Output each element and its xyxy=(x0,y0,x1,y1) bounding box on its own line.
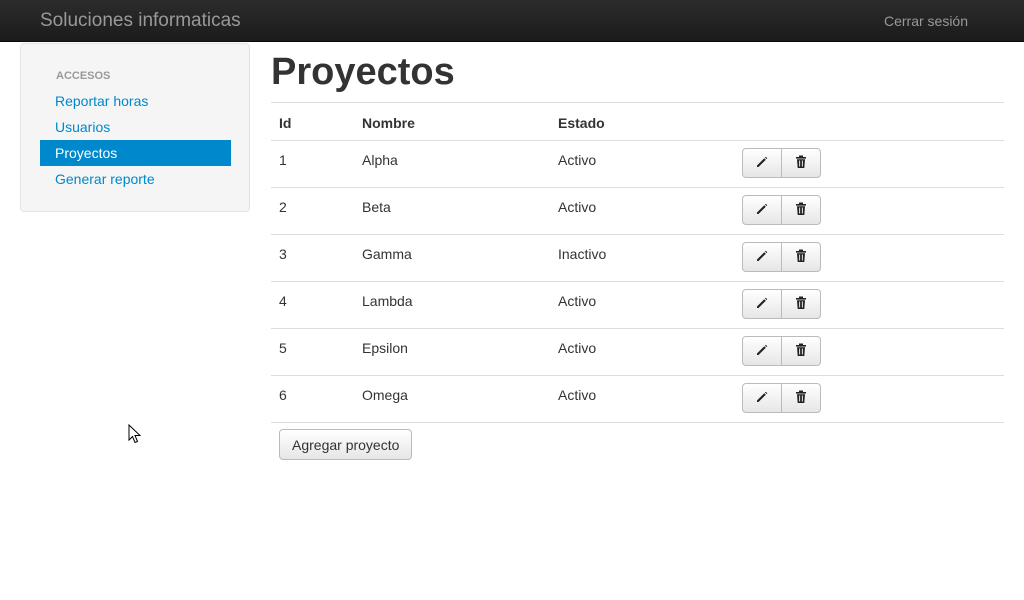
table-row: 6 Omega Activo xyxy=(271,375,1004,423)
top-navbar: Soluciones informaticas Cerrar sesión xyxy=(0,0,1024,42)
add-project-button[interactable]: Agregar proyecto xyxy=(279,429,413,460)
sidebar-item-usuarios[interactable]: Usuarios xyxy=(40,114,231,140)
row-action-group xyxy=(742,242,821,272)
cell-actions xyxy=(734,281,1004,329)
cell-nombre: Lambda xyxy=(354,281,550,329)
table-row: 4 Lambda Activo xyxy=(271,281,1004,329)
edit-button[interactable] xyxy=(742,242,782,272)
cell-nombre: Gamma xyxy=(354,234,550,282)
pencil-icon xyxy=(755,390,769,407)
row-action-group xyxy=(742,148,821,178)
cell-id: 5 xyxy=(271,328,354,376)
delete-button[interactable] xyxy=(781,336,821,366)
edit-button[interactable] xyxy=(742,289,782,319)
sidebar-header: ACCESOS xyxy=(56,70,111,82)
page-title: Proyectos xyxy=(271,51,455,93)
row-action-group xyxy=(742,383,821,413)
table-header-row: Id Nombre Estado xyxy=(271,102,1004,141)
edit-button[interactable] xyxy=(742,336,782,366)
cell-actions xyxy=(734,234,1004,282)
delete-button[interactable] xyxy=(781,383,821,413)
logout-link[interactable]: Cerrar sesión xyxy=(884,13,968,29)
edit-button[interactable] xyxy=(742,195,782,225)
row-action-group xyxy=(742,195,821,225)
cell-id: 6 xyxy=(271,375,354,423)
column-header-nombre: Nombre xyxy=(354,102,550,141)
trash-icon xyxy=(795,155,807,172)
cell-nombre: Omega xyxy=(354,375,550,423)
cell-estado: Activo xyxy=(550,375,734,423)
column-header-estado: Estado xyxy=(550,102,734,141)
cell-estado: Activo xyxy=(550,328,734,376)
sidebar-nav: Reportar horas Usuarios Proyectos Genera… xyxy=(40,88,231,192)
edit-button[interactable] xyxy=(742,383,782,413)
sidebar: ACCESOS Reportar horas Usuarios Proyecto… xyxy=(20,43,250,212)
brand-title[interactable]: Soluciones informaticas xyxy=(40,10,241,32)
cell-actions xyxy=(734,140,1004,188)
row-action-group xyxy=(742,289,821,319)
pencil-icon xyxy=(755,202,769,219)
cell-id: 3 xyxy=(271,234,354,282)
trash-icon xyxy=(795,296,807,313)
pencil-icon xyxy=(755,296,769,313)
cell-id: 2 xyxy=(271,187,354,235)
sidebar-item-generar-reporte[interactable]: Generar reporte xyxy=(40,166,231,192)
table-body: 1 Alpha Activo 2 Beta Activo 3 Gamma Inactivo 4 La… xyxy=(271,140,1004,423)
trash-icon xyxy=(795,249,807,266)
mouse-cursor-icon xyxy=(128,424,142,444)
pencil-icon xyxy=(755,343,769,360)
pencil-icon xyxy=(755,155,769,172)
cell-actions xyxy=(734,328,1004,376)
trash-icon xyxy=(795,390,807,407)
projects-table: Id Nombre Estado 1 Alpha Activo 2 Beta Activo… xyxy=(271,102,1004,423)
cell-estado: Activo xyxy=(550,281,734,329)
delete-button[interactable] xyxy=(781,289,821,319)
pencil-icon xyxy=(755,249,769,266)
cell-actions xyxy=(734,375,1004,423)
cell-actions xyxy=(734,187,1004,235)
cell-estado: Activo xyxy=(550,140,734,188)
table-row: 1 Alpha Activo xyxy=(271,140,1004,188)
cell-nombre: Beta xyxy=(354,187,550,235)
trash-icon xyxy=(795,343,807,360)
cell-nombre: Epsilon xyxy=(354,328,550,376)
cell-nombre: Alpha xyxy=(354,140,550,188)
sidebar-item-reportar-horas[interactable]: Reportar horas xyxy=(40,88,231,114)
column-header-id: Id xyxy=(271,102,354,141)
sidebar-item-proyectos[interactable]: Proyectos xyxy=(40,140,231,166)
trash-icon xyxy=(795,202,807,219)
cell-estado: Activo xyxy=(550,187,734,235)
edit-button[interactable] xyxy=(742,148,782,178)
delete-button[interactable] xyxy=(781,242,821,272)
row-action-group xyxy=(742,336,821,366)
column-header-actions xyxy=(734,102,1004,141)
delete-button[interactable] xyxy=(781,195,821,225)
table-row: 3 Gamma Inactivo xyxy=(271,234,1004,282)
cell-estado: Inactivo xyxy=(550,234,734,282)
table-row: 2 Beta Activo xyxy=(271,187,1004,235)
cell-id: 4 xyxy=(271,281,354,329)
table-row: 5 Epsilon Activo xyxy=(271,328,1004,376)
delete-button[interactable] xyxy=(781,148,821,178)
cell-id: 1 xyxy=(271,140,354,188)
